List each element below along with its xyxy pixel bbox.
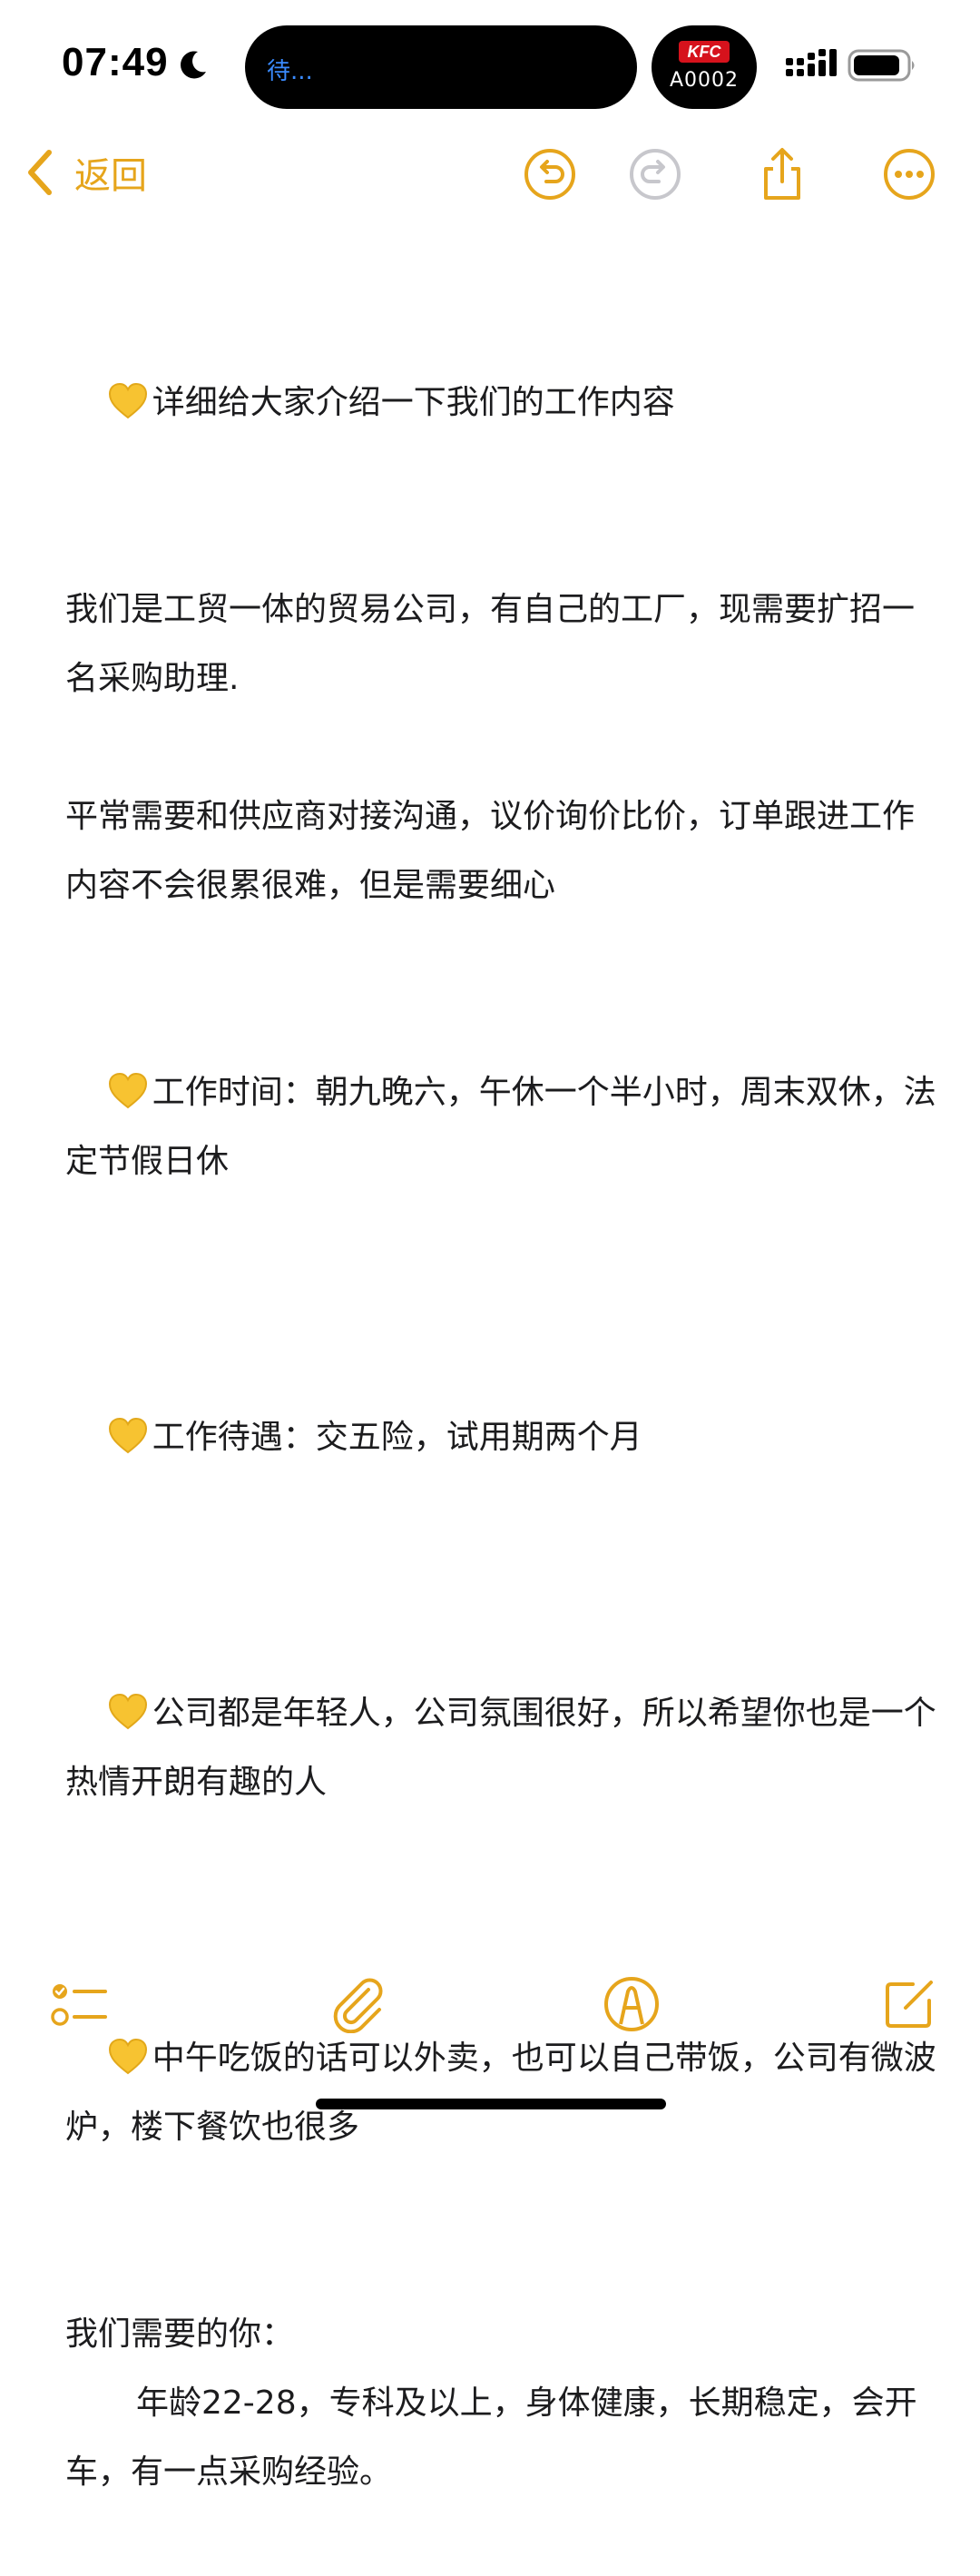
paperclip-icon (333, 1978, 383, 2034)
redo-button[interactable] (628, 147, 682, 202)
undo-button[interactable] (523, 147, 577, 202)
note-paragraph-benefits: 工作待遇：交五险，试用期两个月 (65, 1334, 936, 1541)
attachment-button[interactable] (328, 1975, 387, 2034)
company-text: 我们是工贸一体的贸易公司，有自己的工厂，现需要扩招一名采购助理. (65, 591, 916, 697)
checklist-icon (51, 1984, 107, 2026)
moon-icon (181, 51, 206, 79)
markup-button[interactable] (603, 1975, 661, 2033)
intro-text: 详细给大家介绍一下我们的工作内容 (152, 384, 675, 421)
lunch-text: 中午吃饭的话可以外卖，也可以自己带饭，公司有微波炉，楼下餐饮也很多 (65, 2040, 936, 2146)
back-label: 返回 (74, 155, 147, 197)
culture-text: 公司都是年轻人，公司氛围很好，所以希望你也是一个热情开朗有趣的人 (65, 1695, 936, 1801)
yellow-heart-icon (108, 382, 147, 419)
more-button[interactable] (882, 147, 936, 202)
chevron-left-icon (28, 150, 52, 195)
note-paragraph-duties: 平常需要和供应商对接沟通，议价询价比价，订单跟进工作内容不会很累很难，但是需要细… (65, 782, 936, 920)
note-paragraph-requirements-title: 我们需要的你： (65, 2300, 936, 2369)
island-activity-text: 待... (267, 58, 313, 85)
markup-pen-icon (604, 1977, 659, 2031)
battery-icon (848, 49, 915, 82)
kfc-logo-icon: KFC (679, 41, 730, 63)
note-paragraph-intro: 详细给大家介绍一下我们的工作内容 (65, 300, 936, 506)
kfc-order-code: A0002 (669, 69, 740, 92)
duties-text: 平常需要和供应商对接沟通，议价询价比价，订单跟进工作内容不会很累很难，但是需要细… (65, 798, 916, 904)
yellow-heart-icon (108, 1417, 147, 1454)
more-icon (884, 149, 935, 200)
cellular-signal-icon (786, 49, 837, 76)
note-paragraph-company: 我们是工贸一体的贸易公司，有自己的工厂，现需要扩招一名采购助理. (65, 575, 936, 713)
share-button[interactable] (755, 147, 809, 202)
status-bar: 07:49 待... KFC A0002 (0, 0, 980, 136)
yellow-heart-icon (108, 2038, 147, 2075)
requirements-text: 年龄22-28，专科及以上，身体健康，长期稳定，会开车，有一点采购经验。 (65, 2384, 917, 2491)
note-paragraph-requirements: 年龄22-28，专科及以上，身体健康，长期稳定，会开车，有一点采购经验。 (65, 2369, 936, 2507)
note-paragraph-hours: 工作时间：朝九晚六，午休一个半小时，周末双休，法定节假日休 (65, 989, 936, 1265)
share-icon (764, 148, 800, 200)
note-paragraph-lunch: 中午吃饭的话可以外卖，也可以自己带饭，公司有微波炉，楼下餐饮也很多 (65, 1955, 936, 2231)
benefits-text: 工作待遇：交五险，试用期两个月 (152, 1419, 642, 1456)
status-time: 07:49 (62, 40, 169, 84)
dynamic-island[interactable]: 待... (245, 25, 637, 109)
compose-button[interactable] (880, 1975, 938, 2033)
yellow-heart-icon (108, 1693, 147, 1730)
checklist-button[interactable] (49, 1975, 107, 2033)
undo-icon (524, 149, 575, 200)
compose-icon (886, 1981, 933, 2028)
note-body[interactable]: 详细给大家介绍一下我们的工作内容 我们是工贸一体的贸易公司，有自己的工厂，现需要… (65, 300, 936, 2576)
back-button[interactable]: 返回 (25, 143, 147, 202)
kfc-live-activity[interactable]: KFC A0002 (652, 25, 757, 109)
home-indicator[interactable] (316, 2099, 666, 2109)
yellow-heart-icon (108, 1072, 147, 1109)
hours-text: 工作时间：朝九晚六，午休一个半小时，周末双休，法定节假日休 (65, 1074, 936, 1180)
redo-icon (630, 149, 681, 200)
requirements-title: 我们需要的你： (65, 2315, 295, 2353)
note-paragraph-culture: 公司都是年轻人，公司氛围很好，所以希望你也是一个热情开朗有趣的人 (65, 1610, 936, 1886)
